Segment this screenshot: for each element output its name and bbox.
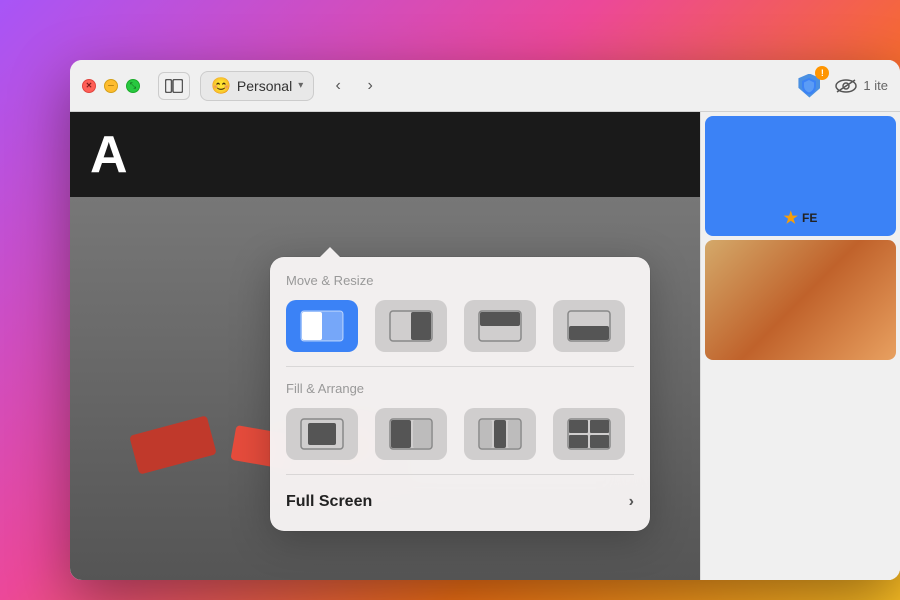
- bottom-half-icon: [567, 310, 611, 342]
- move-resize-grid: [286, 300, 634, 352]
- layout-center-third-button[interactable]: [464, 408, 536, 460]
- right-card-blue: ★ FE: [705, 116, 896, 236]
- layout-four-grid-button[interactable]: [553, 408, 625, 460]
- center-third-icon: [478, 418, 522, 450]
- nav-buttons: ‹ ›: [324, 72, 384, 100]
- move-resize-label: Move & Resize: [286, 273, 634, 288]
- header-letter: A: [90, 125, 128, 185]
- content-area: A Move & Resize: [70, 112, 900, 580]
- camera-1: [129, 415, 217, 474]
- minimize-button[interactable]: ─: [104, 79, 118, 93]
- top-half-icon: [478, 310, 522, 342]
- layout-left-third-button[interactable]: [375, 408, 447, 460]
- space-name: Personal: [237, 78, 292, 94]
- full-screen-row[interactable]: Full Screen ›: [286, 489, 634, 515]
- titlebar: ✕ ─ ⤡ 😊 Personal ▾: [70, 60, 900, 112]
- maximize-button[interactable]: ⤡: [126, 79, 140, 93]
- window: ✕ ─ ⤡ 😊 Personal ▾: [70, 60, 900, 580]
- layout-top-half-button[interactable]: [464, 300, 536, 352]
- forward-button[interactable]: ›: [356, 72, 384, 100]
- back-button[interactable]: ‹: [324, 72, 352, 100]
- popup-menu: Move & Resize: [270, 257, 650, 531]
- layout-bottom-half-button[interactable]: [553, 300, 625, 352]
- view-badge: 1 ite: [835, 78, 888, 94]
- layout-left-half-button[interactable]: [286, 300, 358, 352]
- full-screen-label: Full Screen: [286, 493, 372, 511]
- layout-center-button[interactable]: [286, 408, 358, 460]
- layout-right-half-button[interactable]: [375, 300, 447, 352]
- space-selector[interactable]: 😊 Personal ▾: [200, 71, 314, 101]
- eye-slash-icon: [835, 78, 857, 94]
- sidebar-toggle-button[interactable]: [158, 72, 190, 100]
- right-card-pizza: [705, 240, 896, 360]
- featured-badge: ★ FE: [784, 208, 818, 228]
- center-icon: [300, 418, 344, 450]
- badge-text: FE: [802, 211, 817, 225]
- popup-arrow: [320, 247, 340, 257]
- right-panel: ★ FE: [700, 112, 900, 580]
- warning-badge: !: [815, 66, 829, 80]
- star-icon: ★: [784, 208, 798, 228]
- left-half-icon: [300, 310, 344, 342]
- shield-icon: [802, 78, 816, 94]
- right-half-icon: [389, 310, 433, 342]
- content-header: A: [70, 112, 700, 197]
- traffic-lights: ✕ ─ ⤡: [82, 79, 140, 93]
- pizza-image: [705, 240, 896, 360]
- chevron-right-icon: ›: [629, 493, 634, 511]
- bitwarden-button[interactable]: !: [793, 70, 825, 102]
- main-content: A Move & Resize: [70, 112, 700, 580]
- sidebar-icon: [165, 79, 183, 93]
- item-count: 1 ite: [863, 78, 888, 93]
- divider-2: [286, 474, 634, 475]
- close-button[interactable]: ✕: [82, 79, 96, 93]
- left-third-icon: [389, 418, 433, 450]
- toolbar-right: ! 1 ite: [793, 70, 888, 102]
- space-emoji: 😊: [211, 76, 231, 96]
- divider-1: [286, 366, 634, 367]
- fill-arrange-grid: [286, 408, 634, 460]
- desktop: ✕ ─ ⤡ 😊 Personal ▾: [0, 0, 900, 600]
- four-grid-icon: [567, 418, 611, 450]
- chevron-down-icon: ▾: [298, 80, 303, 91]
- fill-arrange-label: Fill & Arrange: [286, 381, 634, 396]
